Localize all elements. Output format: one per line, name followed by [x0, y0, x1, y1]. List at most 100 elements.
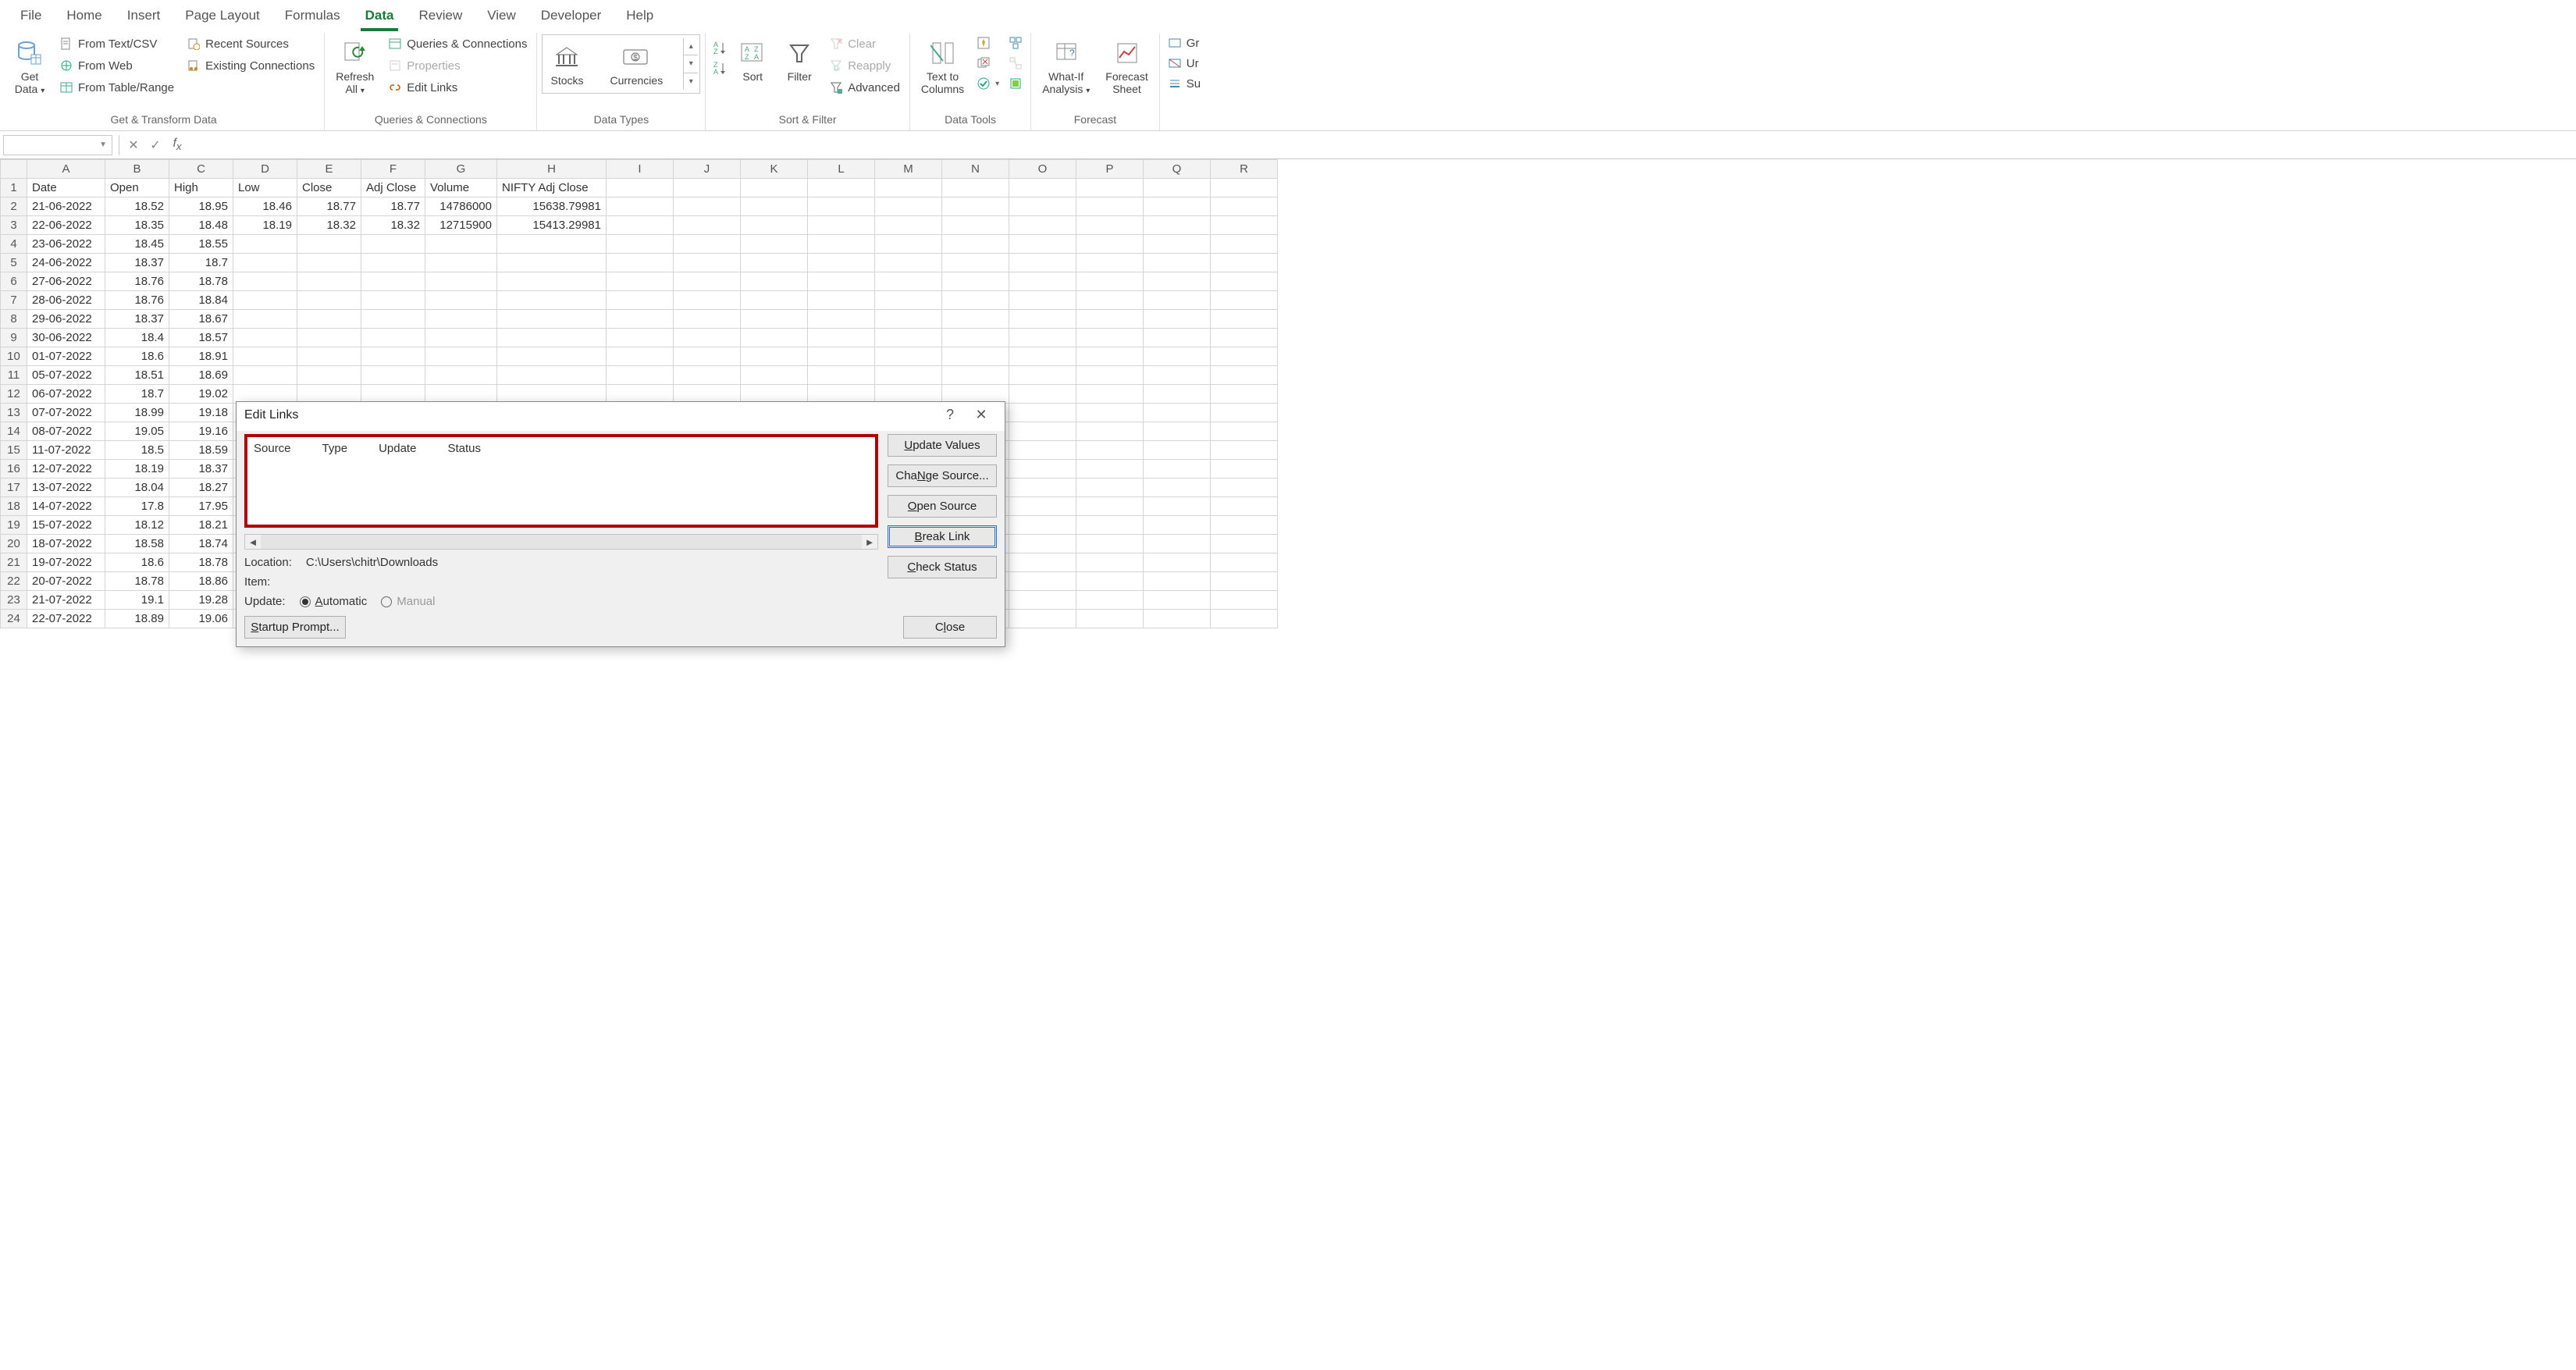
cell[interactable]	[607, 366, 674, 385]
row-header[interactable]: 11	[1, 366, 27, 385]
cell[interactable]	[942, 329, 1009, 347]
cell[interactable]	[607, 216, 674, 235]
cell[interactable]	[1076, 422, 1144, 441]
column-header[interactable]: Q	[1144, 160, 1211, 179]
cell[interactable]	[1076, 347, 1144, 366]
row-header[interactable]: 16	[1, 460, 27, 479]
cell[interactable]: 18.74	[169, 535, 233, 553]
cell[interactable]	[1144, 385, 1211, 404]
cell[interactable]	[808, 179, 875, 197]
cell[interactable]	[875, 179, 942, 197]
cell[interactable]: 18.5	[105, 441, 169, 460]
cell[interactable]: 11-07-2022	[27, 441, 105, 460]
cell[interactable]: 18.55	[169, 235, 233, 254]
cell[interactable]: 18.21	[169, 516, 233, 535]
cell[interactable]	[1211, 272, 1278, 291]
cell[interactable]	[674, 385, 741, 404]
menu-home[interactable]: Home	[54, 2, 114, 30]
cell[interactable]	[425, 272, 497, 291]
cell[interactable]	[741, 385, 808, 404]
cell[interactable]	[1211, 516, 1278, 535]
cell[interactable]	[1144, 366, 1211, 385]
cell[interactable]: 18.57	[169, 329, 233, 347]
cell[interactable]	[1076, 235, 1144, 254]
cell[interactable]	[1211, 197, 1278, 216]
column-header[interactable]: H	[497, 160, 607, 179]
cell[interactable]: 05-07-2022	[27, 366, 105, 385]
cell[interactable]: 18.6	[105, 347, 169, 366]
forecast-sheet-button[interactable]: Forecast Sheet	[1099, 34, 1154, 98]
cell[interactable]	[942, 197, 1009, 216]
cell[interactable]	[1076, 441, 1144, 460]
cell[interactable]	[497, 385, 607, 404]
cell[interactable]: 18.59	[169, 441, 233, 460]
cell[interactable]	[741, 216, 808, 235]
cell[interactable]	[674, 197, 741, 216]
cell[interactable]	[1211, 441, 1278, 460]
cell[interactable]: 18.99	[105, 404, 169, 422]
cell[interactable]	[361, 329, 425, 347]
cell[interactable]: High	[169, 179, 233, 197]
cell[interactable]: 19.05	[105, 422, 169, 441]
cell[interactable]	[1009, 272, 1076, 291]
cell[interactable]	[607, 254, 674, 272]
cell[interactable]	[607, 235, 674, 254]
cell[interactable]: 22-07-2022	[27, 610, 105, 628]
cell[interactable]	[875, 254, 942, 272]
cell[interactable]: 18.67	[169, 310, 233, 329]
stocks-type-button[interactable]: Stocks	[544, 38, 589, 90]
cell[interactable]	[1211, 385, 1278, 404]
cell[interactable]: 18.19	[233, 216, 297, 235]
cell[interactable]	[1211, 254, 1278, 272]
cell[interactable]	[361, 272, 425, 291]
cell[interactable]	[875, 272, 942, 291]
cell[interactable]	[233, 329, 297, 347]
cell[interactable]: 27-06-2022	[27, 272, 105, 291]
cell[interactable]: 18.78	[105, 572, 169, 591]
cell[interactable]	[741, 235, 808, 254]
cell[interactable]: 28-06-2022	[27, 291, 105, 310]
cell[interactable]	[1144, 553, 1211, 572]
cell[interactable]: 08-07-2022	[27, 422, 105, 441]
cell[interactable]: 18.69	[169, 366, 233, 385]
cell[interactable]: Low	[233, 179, 297, 197]
cell[interactable]	[1009, 610, 1076, 628]
cell[interactable]	[875, 347, 942, 366]
cell[interactable]: 15-07-2022	[27, 516, 105, 535]
cell[interactable]	[1076, 610, 1144, 628]
row-header[interactable]: 24	[1, 610, 27, 628]
cell[interactable]	[808, 235, 875, 254]
consolidate-button[interactable]	[1005, 34, 1026, 52]
row-header[interactable]: 6	[1, 272, 27, 291]
row-header[interactable]: 3	[1, 216, 27, 235]
cell[interactable]	[297, 291, 361, 310]
cell[interactable]: 14786000	[425, 197, 497, 216]
cell[interactable]	[1009, 310, 1076, 329]
from-table-range-button[interactable]: From Table/Range	[55, 78, 179, 97]
cell[interactable]	[1076, 591, 1144, 610]
menu-file[interactable]: File	[8, 2, 54, 30]
cell[interactable]	[1211, 479, 1278, 497]
cell[interactable]	[942, 310, 1009, 329]
cell[interactable]: 18.91	[169, 347, 233, 366]
cell[interactable]	[808, 366, 875, 385]
cell[interactable]	[607, 179, 674, 197]
cell[interactable]	[1009, 197, 1076, 216]
cell[interactable]: 19.06	[169, 610, 233, 628]
cell[interactable]	[1144, 572, 1211, 591]
menu-review[interactable]: Review	[406, 2, 475, 30]
cell[interactable]: 14-07-2022	[27, 497, 105, 516]
cell[interactable]	[233, 272, 297, 291]
cell[interactable]	[233, 366, 297, 385]
cell[interactable]	[875, 329, 942, 347]
cell[interactable]: 18.37	[105, 254, 169, 272]
cell[interactable]	[808, 216, 875, 235]
cell[interactable]	[1076, 385, 1144, 404]
cancel-formula-button[interactable]: ✕	[123, 137, 144, 153]
cell[interactable]	[497, 347, 607, 366]
cell[interactable]: 23-06-2022	[27, 235, 105, 254]
cell[interactable]	[1076, 479, 1144, 497]
cell[interactable]: 30-06-2022	[27, 329, 105, 347]
cell[interactable]: 01-07-2022	[27, 347, 105, 366]
data-types-gallery[interactable]: Stocks $ Currencies ▴▾▾	[542, 34, 700, 94]
